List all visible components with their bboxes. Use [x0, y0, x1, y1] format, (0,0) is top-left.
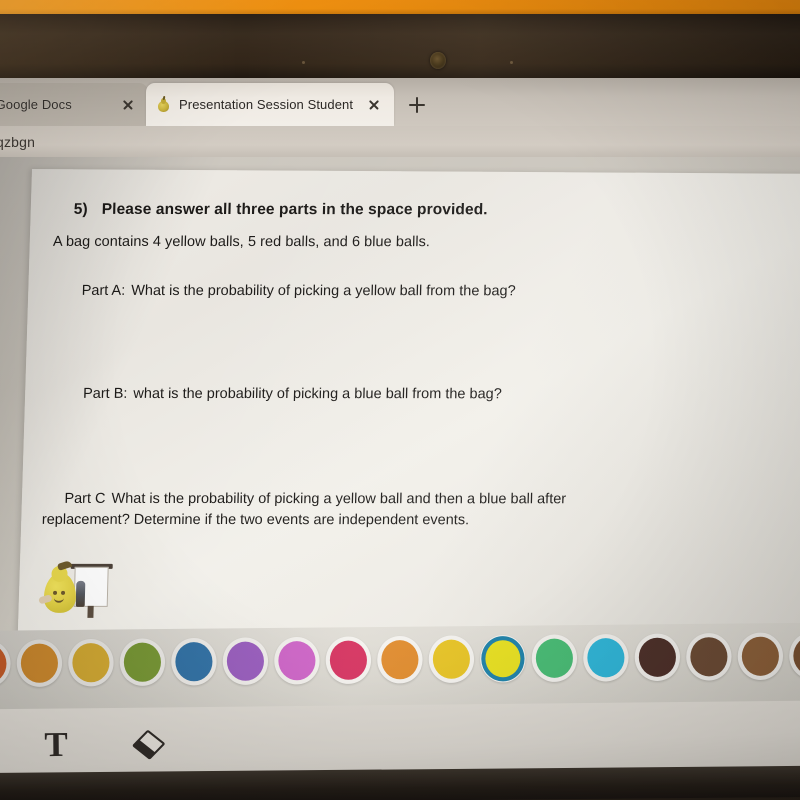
part-c-line1: What is the probability of picking a yel… — [111, 490, 567, 508]
color-swatch-fill — [381, 639, 419, 680]
color-swatch-fill — [329, 640, 368, 680]
question-title-text: Please answer all three parts in the spa… — [101, 200, 488, 219]
part-c-label: Part C — [64, 490, 106, 507]
bezel-mic-dot — [510, 61, 513, 64]
new-tab-button[interactable] — [402, 90, 432, 120]
text-tool-icon: T — [44, 725, 68, 765]
color-swatch-fill — [793, 636, 800, 676]
color-swatch-fill — [690, 637, 728, 677]
question-title: 5) Please answer all three parts in the s… — [74, 201, 488, 219]
eraser-icon — [131, 729, 166, 760]
tab-google-docs[interactable]: eview - Google Docs — [0, 83, 148, 126]
part-b-text: what is the probability of picking a blu… — [133, 385, 502, 403]
pear-teacher-sticker — [38, 559, 113, 621]
tab-presentation-session-student[interactable]: Presentation Session Student — [146, 83, 394, 126]
color-swatch-green[interactable] — [531, 634, 578, 683]
webcam-icon — [430, 52, 446, 69]
color-swatch-fill — [123, 642, 162, 682]
color-swatch-fill — [638, 637, 677, 678]
question-intro: A bag contains 4 yellow balls, 5 red bal… — [52, 233, 431, 251]
close-icon[interactable] — [118, 95, 138, 115]
part-a-text: What is the probability of picking a yel… — [131, 282, 516, 300]
url-text: qzbgn — [0, 134, 36, 150]
color-swatch-light-brown[interactable] — [737, 632, 784, 681]
whiteboard-canvas[interactable]: 5) Please answer all three parts in the s… — [0, 157, 800, 644]
color-swatch-fill — [278, 640, 316, 681]
color-swatch-cyan[interactable] — [583, 633, 629, 682]
laptop-bottom-edge — [0, 765, 800, 800]
worksheet-page: 5) Please answer all three parts in the s… — [17, 169, 800, 644]
color-swatch-fill — [20, 643, 59, 683]
color-swatch-fill — [175, 641, 213, 682]
browser-tab-strip: eview - Google Docs Presentation Session… — [0, 78, 800, 126]
part-a-label: Part A: — [81, 282, 126, 299]
tab-title: eview - Google Docs — [0, 97, 72, 112]
pear-icon — [156, 95, 171, 112]
color-swatch-fill — [0, 643, 7, 684]
swatch-row — [0, 631, 800, 688]
color-swatch-yellow[interactable] — [428, 635, 475, 684]
color-swatch-magenta[interactable] — [274, 636, 320, 685]
part-c-line2: replacement? Determine if the two events… — [41, 512, 470, 529]
part-b-label: Part B: — [82, 385, 128, 402]
color-swatch-fill — [741, 636, 780, 677]
tab-title: Presentation Session Student — [179, 97, 354, 112]
color-swatch-crimson[interactable] — [325, 636, 372, 685]
color-swatch-gold[interactable] — [68, 638, 114, 687]
question-number: 5) — [73, 200, 88, 218]
color-swatch-amber[interactable] — [377, 635, 423, 684]
bezel-mic-dot — [302, 61, 305, 64]
color-swatch-dark-brown[interactable] — [634, 633, 681, 682]
photo-of-laptop-screen: eview - Google Docs Presentation Session… — [0, 0, 800, 800]
color-swatch-blue[interactable] — [171, 637, 217, 686]
eraser-tool[interactable] — [126, 724, 172, 766]
color-swatch-fill — [481, 635, 525, 682]
color-swatch-orange[interactable] — [16, 639, 63, 688]
close-icon[interactable] — [364, 95, 384, 115]
part-b: Part B: what is the probability of pickin… — [83, 386, 502, 402]
address-bar[interactable]: qzbgn — [0, 126, 800, 158]
color-swatch-red-orange[interactable] — [0, 639, 11, 688]
part-c: Part C What is the probability of picking… — [42, 489, 725, 532]
part-a: Part A: What is the probability of pickin… — [81, 283, 515, 299]
color-swatch-brown[interactable] — [686, 632, 732, 681]
color-swatch-bright-yellow[interactable] — [480, 634, 526, 683]
color-swatch-olive-green[interactable] — [119, 638, 166, 687]
color-swatch-fill — [226, 641, 265, 681]
color-swatch-tan-brown[interactable] — [789, 631, 800, 680]
laptop-bezel — [0, 14, 800, 80]
color-swatch-fill — [432, 639, 471, 679]
text-tool[interactable]: T — [33, 725, 79, 767]
color-swatch-fill — [72, 642, 110, 683]
color-swatch-fill — [535, 638, 574, 678]
color-swatch-purple[interactable] — [222, 637, 269, 686]
color-swatch-fill — [587, 638, 625, 678]
